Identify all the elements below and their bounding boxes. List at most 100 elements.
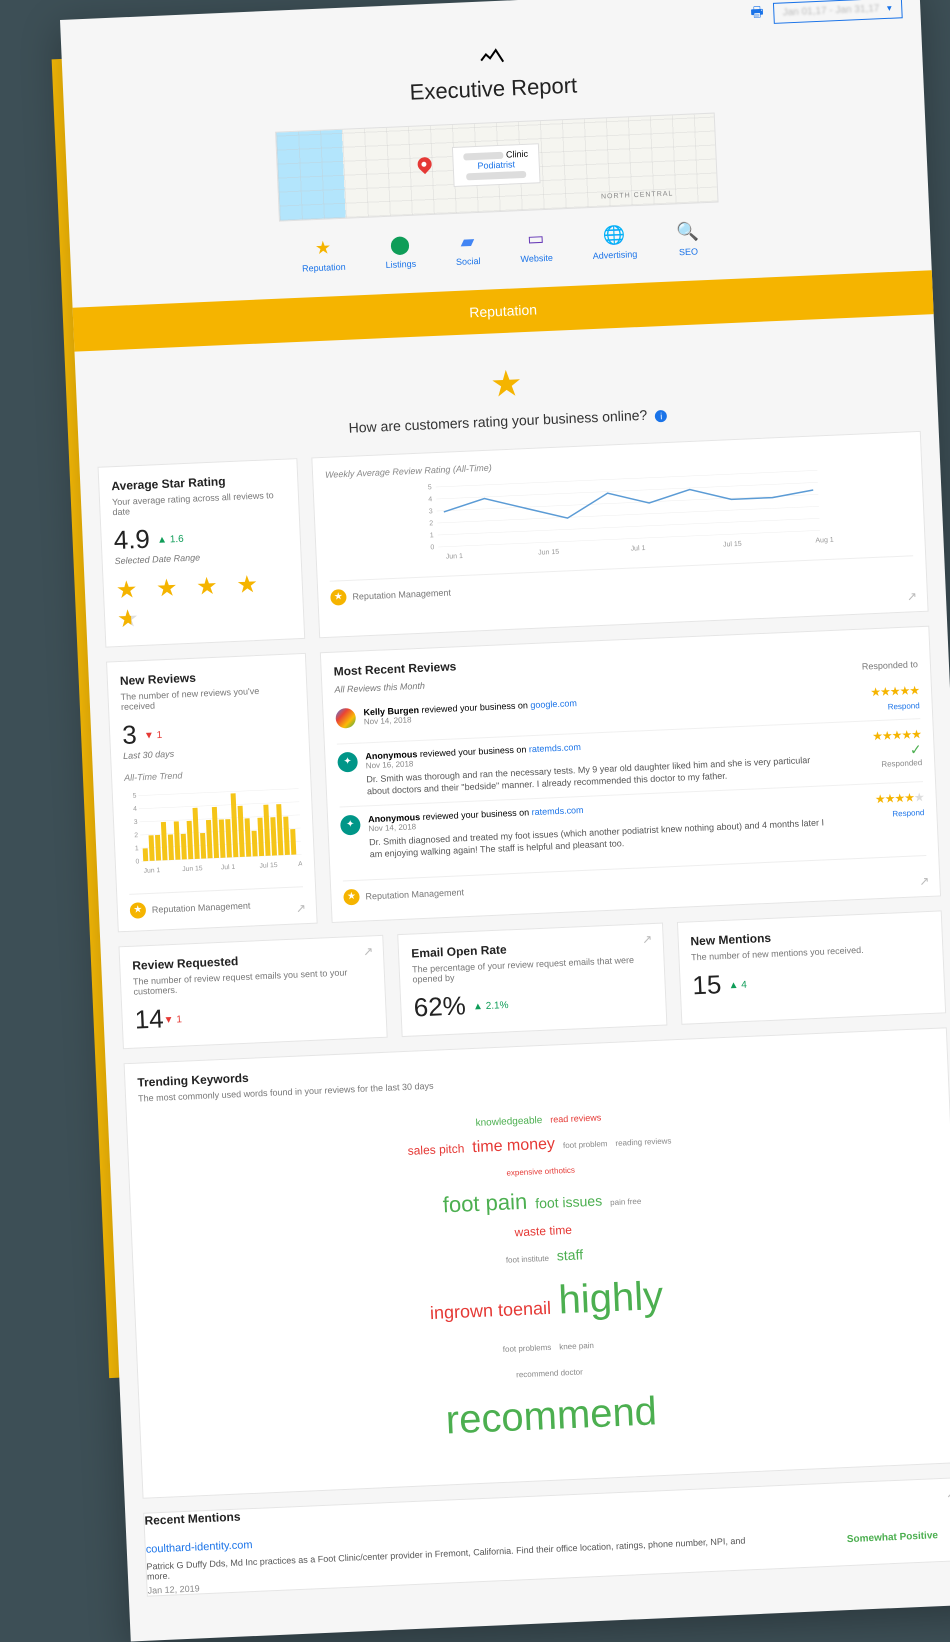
keywords-card: Trending Keywords The most commonly used…	[124, 1027, 950, 1499]
bar-chart-title: All-Time Trend	[124, 765, 298, 783]
keyword: knowledgeable	[475, 1113, 542, 1132]
avg-rating-card: Average Star Rating Your average rating …	[98, 458, 306, 648]
review-requested-card: ↗ Review Requested The number of review …	[118, 935, 388, 1049]
review-stars: ★★★★★	[839, 683, 920, 700]
map: Clinic Podiatrist NORTH CENTRAL	[275, 113, 719, 222]
respond-button[interactable]: Respond	[840, 701, 920, 713]
globe-icon: 🌐	[591, 224, 636, 247]
new-reviews-sub: The number of new reviews you've receive…	[120, 684, 295, 712]
keyword: pain free	[610, 1196, 642, 1210]
svg-text:Jun 15: Jun 15	[182, 865, 203, 873]
tab-social[interactable]: ▰Social	[455, 231, 481, 267]
star-icon: ★	[301, 237, 345, 260]
map-info-card: Clinic Podiatrist	[452, 143, 540, 187]
keyword: recommend doctor	[516, 1366, 583, 1382]
svg-text:1: 1	[430, 532, 434, 539]
keyword: foot pain	[442, 1184, 528, 1223]
mentions-value: 15 ▲ 4	[692, 960, 932, 1001]
svg-text:2: 2	[429, 520, 433, 527]
keyword: recommend	[444, 1380, 658, 1453]
speech-icon: ▰	[455, 231, 480, 253]
review-requested-value: 14▼ 1	[134, 994, 374, 1035]
mention-link[interactable]: coulthard-identity.com	[146, 1539, 253, 1556]
keyword: highly	[557, 1264, 664, 1332]
svg-text:Jul 15: Jul 15	[723, 541, 742, 549]
svg-text:Jun 1: Jun 1	[144, 867, 161, 875]
card-footer: ★ Reputation Management ↗	[330, 555, 915, 605]
svg-text:3: 3	[134, 819, 138, 826]
line-chart: 5 4 3 2 1 0 Jun 1 Jun 15 Jul 1 Jul 15 Aug 1	[326, 460, 913, 565]
review-site-link[interactable]: google.com	[530, 698, 577, 710]
tab-seo[interactable]: 🔍SEO	[676, 221, 700, 257]
tab-website[interactable]: ▭Website	[519, 228, 553, 264]
svg-text:0: 0	[135, 858, 139, 865]
avatar: ✦	[337, 752, 358, 773]
open-rate-card: ↗ Email Open Rate The percentage of your…	[398, 923, 668, 1037]
tab-listings[interactable]: ⬤Listings	[384, 234, 416, 270]
info-icon[interactable]: i	[655, 410, 668, 423]
external-link-icon[interactable]: ↗	[907, 589, 918, 603]
avatar	[335, 708, 356, 729]
svg-text:Jul 1: Jul 1	[221, 864, 236, 872]
svg-text:3: 3	[429, 508, 433, 515]
weekly-chart-card: Weekly Average Review Rating (All-Time) …	[311, 431, 928, 638]
svg-text:5: 5	[428, 484, 432, 491]
star-badge-icon: ★	[130, 902, 147, 919]
svg-text:Jun 15: Jun 15	[538, 549, 559, 557]
chevron-down-icon: ▼	[885, 3, 893, 12]
print-icon[interactable]: 🖶	[750, 1, 764, 26]
external-link-icon[interactable]: ↗	[296, 901, 307, 915]
external-link-icon[interactable]: ↗	[642, 932, 653, 946]
respond-button[interactable]: Respond	[844, 808, 924, 820]
svg-text:Jun 1: Jun 1	[446, 553, 464, 561]
external-link-icon[interactable]: ↗	[946, 1487, 950, 1501]
svg-text:Jul 15: Jul 15	[259, 862, 278, 870]
svg-text:Aug 1: Aug 1	[815, 537, 834, 545]
svg-text:Jul 1: Jul 1	[630, 545, 645, 553]
stars-display: ★ ★ ★ ★ ★★	[115, 569, 291, 635]
keyword: foot problem	[563, 1138, 608, 1153]
window-icon: ▭	[519, 228, 552, 250]
svg-text:Aug 1: Aug 1	[298, 860, 302, 868]
pin-icon: ⬤	[384, 234, 415, 256]
keyword: foot institute	[506, 1252, 550, 1267]
review-stars: ★★★★★	[844, 790, 925, 807]
keyword: sales pitch	[407, 1139, 464, 1161]
external-link-icon[interactable]: ↗	[363, 944, 374, 958]
avg-rating-sub: Your average rating across all reviews t…	[112, 490, 287, 518]
search-icon: 🔍	[676, 221, 699, 243]
keyword: ingrown toenail	[429, 1294, 551, 1328]
keyword: foot problems	[503, 1342, 552, 1357]
mention-sentiment: Somewhat Positive	[847, 1530, 939, 1545]
new-reviews-card: New Reviews The number of new reviews yo…	[106, 653, 318, 932]
keyword: staff	[556, 1243, 583, 1267]
external-link-icon[interactable]: ↗	[919, 874, 930, 888]
svg-text:5: 5	[133, 793, 137, 800]
bar-chart: 5 4 3 2 1 0 Jun 1 Jun 15 Jul 1 Jul 15 Aug 1	[125, 781, 303, 879]
word-cloud: knowledgeable read reviews sales pitch time…	[138, 1069, 950, 1486]
svg-text:4: 4	[428, 496, 432, 503]
svg-text:4: 4	[133, 806, 137, 813]
star-badge-icon: ★	[343, 889, 360, 906]
tab-advertising[interactable]: 🌐Advertising	[591, 224, 637, 261]
svg-text:0: 0	[430, 544, 434, 551]
keyword: reading reviews	[615, 1135, 672, 1150]
mentions-card: New Mentions The number of new mentions …	[677, 910, 947, 1024]
responded-to-header: Responded to	[862, 659, 918, 671]
keyword: expensive orthotics	[506, 1165, 575, 1181]
card-footer: ★ Reputation Management ↗	[129, 886, 304, 919]
open-rate-value: 62% ▲ 2.1%	[413, 982, 653, 1023]
recent-mention-card: ↗ Recent Mentions coulthard-identity.com…	[143, 1477, 950, 1597]
recent-reviews-sub: All Reviews this Month	[334, 681, 425, 695]
svg-text:2: 2	[134, 832, 138, 839]
keyword: waste time	[514, 1221, 572, 1243]
keyword: time money	[472, 1131, 556, 1160]
keyword: foot issues	[535, 1189, 603, 1214]
svg-text:1: 1	[135, 845, 139, 852]
date-range-text: Jan 01,17 - Jan 31,17	[782, 3, 879, 18]
star-badge-icon: ★	[330, 589, 347, 606]
tab-reputation[interactable]: ★Reputation	[301, 237, 346, 274]
recent-reviews-card: Most Recent Reviews All Reviews this Mon…	[320, 626, 941, 923]
keyword: knee pain	[559, 1340, 594, 1354]
keyword: read reviews	[550, 1110, 602, 1127]
